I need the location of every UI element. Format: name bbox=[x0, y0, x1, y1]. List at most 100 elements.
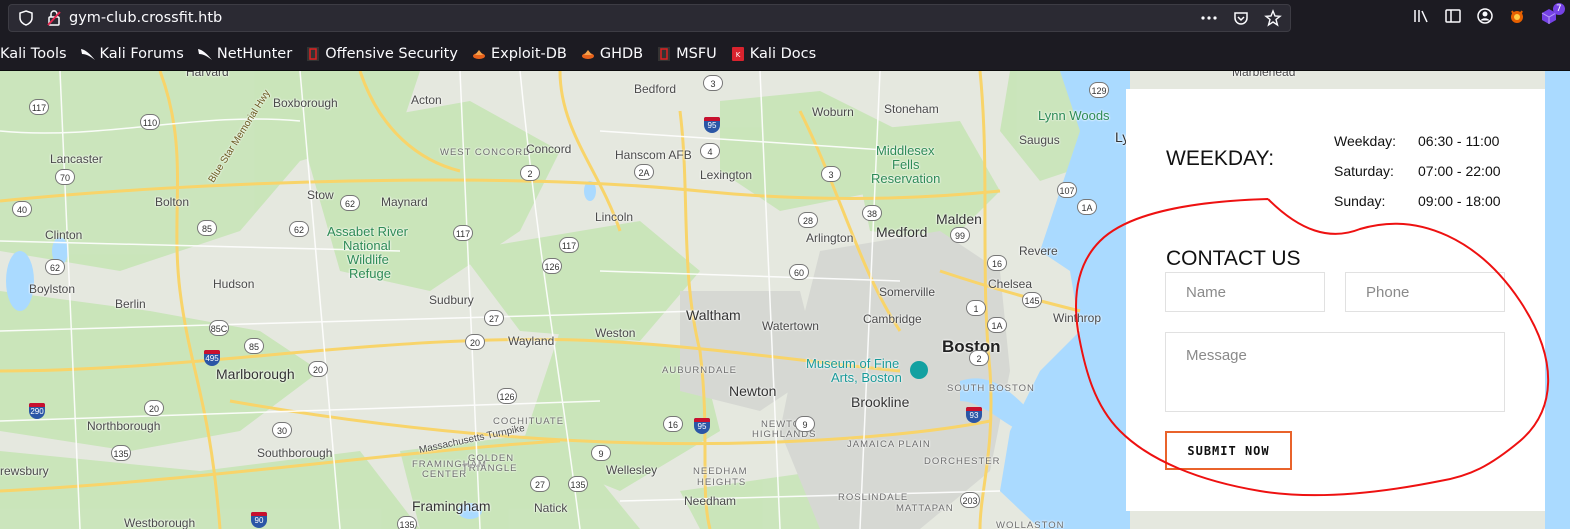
bookmark-kali-tools[interactable]: Kali Tools bbox=[0, 46, 67, 62]
submit-button[interactable]: SUBMIT NOW bbox=[1165, 431, 1292, 470]
bookmark-msfu[interactable]: MSFU bbox=[656, 46, 717, 62]
url-text[interactable]: gym-club.crossfit.htb bbox=[69, 10, 222, 26]
map-label: Cambridge bbox=[863, 312, 922, 326]
map-label: WEST CONCORD bbox=[440, 147, 531, 158]
route-shield: 135 bbox=[397, 516, 417, 529]
bookmark-offensive-security[interactable]: Offensive Security bbox=[305, 46, 458, 62]
library-icon[interactable] bbox=[1412, 7, 1430, 25]
map-label: Bedford bbox=[634, 82, 677, 96]
weekday-heading: WEEKDAY: bbox=[1166, 147, 1275, 170]
map-label: Lexington bbox=[700, 168, 753, 182]
extension-badge: 7 bbox=[1553, 3, 1565, 15]
bookmark-label: GHDB bbox=[599, 46, 644, 62]
map-label: Medford bbox=[876, 224, 928, 240]
map-label: Waltham bbox=[686, 307, 741, 323]
page-actions-icon[interactable] bbox=[1200, 9, 1218, 27]
map-label: AUBURNDALE bbox=[662, 365, 737, 376]
hours-row: Sunday: 09:00 - 18:00 bbox=[1334, 193, 1501, 223]
kali-docs-icon: K bbox=[730, 46, 746, 62]
map-label: Hanscom AFB bbox=[615, 148, 692, 162]
exploitdb-icon bbox=[471, 46, 487, 62]
bookmark-kali-docs[interactable]: K Kali Docs bbox=[730, 46, 816, 62]
map-label: Needham bbox=[684, 494, 737, 508]
contact-heading: CONTACT US bbox=[1166, 247, 1301, 270]
map-label: Lincoln bbox=[595, 210, 634, 224]
message-input[interactable] bbox=[1165, 332, 1505, 412]
route-shield: 62 bbox=[45, 259, 65, 275]
map-label: Middlesex bbox=[876, 143, 935, 158]
bookmark-nethunter[interactable]: NetHunter bbox=[197, 46, 292, 62]
route-shield: 107 bbox=[1057, 182, 1077, 198]
bookmark-star-icon[interactable] bbox=[1264, 9, 1282, 27]
map-label: SOUTH BOSTON bbox=[947, 383, 1035, 394]
interstate-shield: 93 bbox=[966, 407, 982, 423]
map-label: Wayland bbox=[508, 334, 555, 348]
map-label: National bbox=[343, 238, 391, 253]
hours-day: Weekday: bbox=[1334, 133, 1396, 149]
tracking-shield-icon[interactable] bbox=[17, 9, 35, 27]
route-shield: 85 bbox=[244, 338, 264, 354]
route-shield: 135 bbox=[568, 476, 588, 492]
map-label: Weston bbox=[595, 326, 636, 340]
map-label: COCHITUATE bbox=[493, 416, 565, 427]
extension-fox-icon[interactable] bbox=[1508, 7, 1526, 25]
map-label: JAMAICA PLAIN bbox=[847, 439, 931, 450]
map-label: Newton bbox=[729, 383, 777, 399]
insecure-lock-icon[interactable] bbox=[45, 9, 63, 27]
route-shield: 70 bbox=[55, 169, 75, 185]
route-shield: 2 bbox=[520, 165, 540, 181]
route-shield: 85C bbox=[209, 320, 229, 336]
offsec-icon bbox=[305, 46, 321, 62]
route-shield: 99 bbox=[950, 227, 970, 243]
route-shield: 9 bbox=[591, 445, 611, 461]
url-bar[interactable]: gym-club.crossfit.htb bbox=[8, 4, 1291, 32]
route-shield: 60 bbox=[789, 264, 809, 280]
bookmark-label: NetHunter bbox=[216, 46, 293, 62]
map-label: Watertown bbox=[762, 319, 819, 333]
route-shield: 20 bbox=[144, 400, 164, 416]
bookmark-label: Exploit-DB bbox=[490, 46, 567, 62]
kali-dragon-icon bbox=[197, 46, 213, 62]
name-input[interactable] bbox=[1165, 272, 1325, 312]
map-label: Somerville bbox=[879, 285, 936, 299]
pocket-icon[interactable] bbox=[1232, 9, 1250, 27]
page-content: Harvard Boxborough Acton Bedford Woburn … bbox=[0, 71, 1570, 529]
map-label: Chelsea bbox=[988, 277, 1033, 291]
map-label: Wellesley bbox=[606, 463, 658, 477]
route-shield: 62 bbox=[340, 195, 360, 211]
map-label: Boylston bbox=[29, 282, 76, 296]
map-label: Bolton bbox=[155, 195, 190, 209]
sidebar-icon[interactable] bbox=[1444, 7, 1462, 25]
bookmark-ghdb[interactable]: GHDB bbox=[580, 46, 643, 62]
hours-time: 09:00 - 18:00 bbox=[1418, 193, 1501, 209]
map-label: Stoneham bbox=[884, 102, 939, 116]
route-shield: 117 bbox=[29, 99, 49, 115]
route-shield: 16 bbox=[663, 416, 683, 432]
map-label: Stow bbox=[307, 188, 334, 202]
offsec-icon bbox=[656, 46, 672, 62]
map-label: Hudson bbox=[213, 277, 255, 291]
phone-input[interactable] bbox=[1345, 272, 1505, 312]
bookmark-label: Offensive Security bbox=[325, 46, 458, 62]
map-label: Saugus bbox=[1019, 133, 1060, 147]
route-shield: 4 bbox=[700, 143, 720, 159]
route-shield: 27 bbox=[530, 476, 550, 492]
contact-card: WEEKDAY: Weekday: 06:30 - 11:00 Saturday… bbox=[1126, 89, 1545, 511]
bookmark-label: Kali Forums bbox=[99, 46, 184, 62]
route-shield: 9 bbox=[795, 416, 815, 432]
account-icon[interactable] bbox=[1476, 7, 1494, 25]
route-shield: 135 bbox=[111, 445, 131, 461]
map-label: Arlington bbox=[806, 231, 854, 245]
map-label: Assabet River bbox=[327, 224, 408, 239]
museum-pin-icon[interactable] bbox=[910, 361, 928, 379]
hours-day: Sunday: bbox=[1334, 193, 1386, 209]
bookmark-kali-forums[interactable]: Kali Forums bbox=[80, 46, 184, 62]
map-label: Malden bbox=[936, 211, 982, 227]
map-label: Marlborough bbox=[216, 366, 295, 382]
route-shield: 110 bbox=[140, 114, 160, 130]
ghdb-icon bbox=[580, 46, 596, 62]
map-label: DORCHESTER bbox=[924, 456, 1001, 467]
map-label: Woburn bbox=[812, 105, 854, 119]
route-shield: 117 bbox=[453, 225, 473, 241]
bookmark-exploit-db[interactable]: Exploit-DB bbox=[471, 46, 567, 62]
